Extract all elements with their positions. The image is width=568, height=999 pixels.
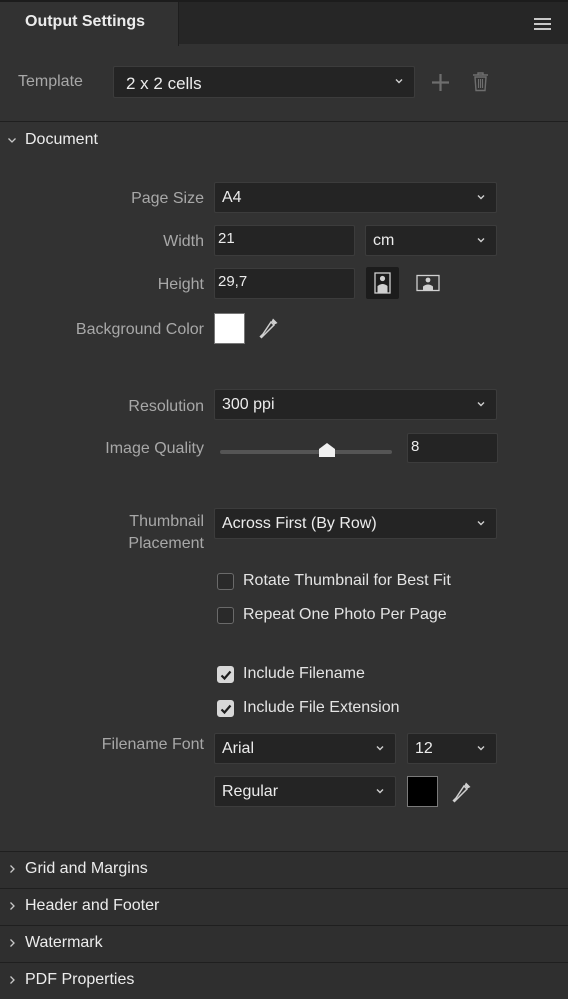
include-file-extension-label[interactable]: Include File Extension — [243, 699, 400, 717]
chevron-down-icon — [395, 79, 403, 84]
section-pdf-properties-title: PDF Properties — [25, 971, 135, 988]
image-quality-label: Image Quality — [105, 440, 204, 457]
resolution-value: 300 ppi — [222, 396, 275, 413]
thumbnail-placement-value: Across First (By Row) — [222, 515, 377, 532]
width-label: Width — [163, 233, 204, 250]
include-filename-label[interactable]: Include Filename — [243, 665, 365, 683]
page-size-select[interactable]: A4 — [214, 182, 497, 213]
chevron-right-icon — [10, 902, 15, 910]
section-grid-and-margins-title: Grid and Margins — [25, 860, 148, 877]
unit-value: cm — [373, 232, 395, 249]
chevron-down-icon — [376, 789, 384, 794]
font-family-select[interactable]: Arial — [214, 733, 396, 764]
section-grid-and-margins[interactable]: Grid and Margins — [0, 851, 568, 888]
thumbnail-placement-label: Thumbnail Placement — [128, 511, 204, 555]
template-select[interactable]: 2 x 2 cells — [113, 66, 415, 98]
portrait-orientation-button[interactable] — [366, 267, 399, 299]
include-filename-checkbox[interactable] — [217, 666, 234, 683]
thumbnail-placement-label-line1: Thumbnail — [129, 513, 204, 530]
section-watermark[interactable]: Watermark — [0, 925, 568, 962]
eyedropper-icon[interactable] — [258, 316, 280, 340]
landscape-icon — [416, 274, 440, 292]
chevron-right-icon — [10, 865, 15, 873]
portrait-icon — [374, 272, 391, 294]
background-color-label: Background Color — [75, 321, 204, 338]
height-value: 29,7 — [218, 273, 248, 290]
resolution-label: Resolution — [128, 398, 204, 415]
page-size-label: Page Size — [131, 190, 204, 207]
trash-icon[interactable] — [472, 71, 489, 92]
eyedropper-icon[interactable] — [451, 780, 473, 804]
chevron-right-icon — [10, 976, 15, 984]
template-select-value: 2 x 2 cells — [126, 74, 202, 93]
section-document-title: Document — [25, 131, 98, 148]
checkmark-icon — [220, 670, 232, 681]
rotate-thumbnail-checkbox[interactable] — [217, 573, 234, 590]
resolution-select[interactable]: 300 ppi — [214, 389, 497, 420]
chevron-down-icon — [477, 195, 485, 200]
tab-output-settings[interactable]: Output Settings — [0, 2, 179, 46]
chevron-down-icon — [477, 521, 485, 526]
section-pdf-properties[interactable]: PDF Properties — [0, 962, 568, 999]
section-header-and-footer-title: Header and Footer — [25, 897, 160, 914]
section-watermark-title: Watermark — [25, 934, 103, 951]
checkmark-icon — [220, 704, 232, 715]
rotate-thumbnail-label[interactable]: Rotate Thumbnail for Best Fit — [243, 572, 451, 590]
background-color-swatch[interactable] — [214, 313, 245, 344]
chevron-down-icon — [477, 238, 485, 243]
template-row: Template 2 x 2 cells — [0, 44, 568, 122]
section-header-and-footer[interactable]: Header and Footer — [0, 888, 568, 925]
repeat-photo-checkbox[interactable] — [217, 607, 234, 624]
page-size-value: A4 — [222, 189, 242, 206]
image-quality-value: 8 — [411, 438, 420, 455]
tab-output-settings-label: Output Settings — [25, 13, 145, 30]
template-label: Template — [18, 73, 83, 90]
font-style-select[interactable]: Regular — [214, 776, 396, 807]
chevron-down-icon — [477, 746, 485, 751]
hamburger-menu-icon[interactable] — [534, 18, 551, 30]
font-style-value: Regular — [222, 783, 279, 800]
landscape-orientation-button[interactable] — [412, 267, 444, 299]
chevron-down-icon — [477, 402, 485, 407]
image-quality-input[interactable]: 8 — [407, 433, 498, 463]
font-family-value: Arial — [222, 740, 255, 757]
image-quality-slider-thumb[interactable] — [318, 442, 336, 458]
repeat-photo-label[interactable]: Repeat One Photo Per Page — [243, 606, 447, 624]
width-input[interactable]: 21 — [214, 225, 355, 256]
font-color-swatch[interactable] — [407, 776, 438, 807]
chevron-down-icon — [8, 138, 16, 143]
font-size-select[interactable]: 12 — [407, 733, 497, 764]
height-input[interactable]: 29,7 — [214, 268, 355, 299]
chevron-down-icon — [376, 746, 384, 751]
thumbnail-placement-select[interactable]: Across First (By Row) — [214, 508, 497, 539]
thumbnail-placement-label-line2: Placement — [128, 535, 204, 552]
section-document-header[interactable]: Document — [0, 123, 568, 159]
height-label: Height — [157, 276, 204, 293]
panel-tabbar: Output Settings — [0, 0, 568, 46]
width-value: 21 — [218, 230, 235, 247]
plus-icon[interactable] — [430, 72, 451, 93]
image-quality-slider-track[interactable] — [220, 450, 392, 454]
filename-font-label: Filename Font — [101, 736, 204, 753]
include-file-extension-checkbox[interactable] — [217, 700, 234, 717]
chevron-right-icon — [10, 939, 15, 947]
unit-select[interactable]: cm — [365, 225, 497, 256]
font-size-value: 12 — [415, 740, 433, 757]
